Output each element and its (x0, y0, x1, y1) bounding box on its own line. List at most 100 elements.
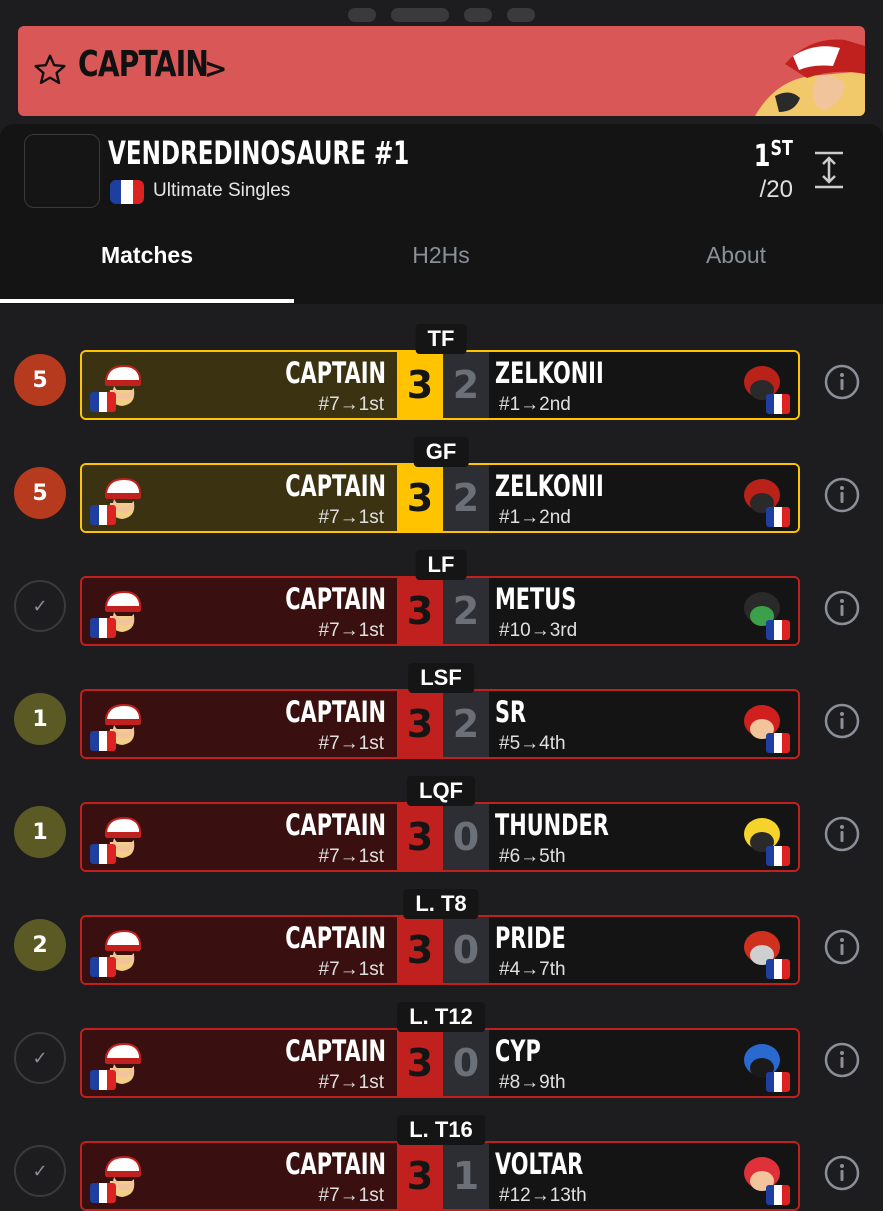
info-icon[interactable] (824, 703, 860, 739)
match-card[interactable]: CAPTAIN #7→1st 3 2 ZELKONII #1→2nd (80, 463, 800, 533)
info-icon[interactable] (824, 816, 860, 852)
match-row[interactable]: LQF 1 CAPTAIN #7→1st 3 0 THUNDER #6→5th (0, 776, 883, 872)
player1-score: 3 (397, 465, 443, 531)
star-icon[interactable] (32, 52, 68, 88)
match-row[interactable]: TF 5 CAPTAIN #7→1st 3 2 ZELKONII #1→2nd (0, 324, 883, 420)
player2-seed: #8→9th (499, 1072, 566, 1093)
info-icon[interactable] (824, 1042, 860, 1078)
match-row[interactable]: GF 5 CAPTAIN #7→1st 3 2 ZELKONII #1→2nd (0, 437, 883, 533)
info-icon[interactable] (824, 1155, 860, 1191)
match-card[interactable]: CAPTAIN #7→1st 3 0 PRIDE #4→7th (80, 915, 800, 985)
france-flag-icon (90, 618, 116, 638)
match-row[interactable]: L. T16 ✓ CAPTAIN #7→1st 3 1 VOLTAR #12→13th (0, 1115, 883, 1211)
placement: 1ST (753, 136, 793, 174)
check-icon: ✓ (14, 1145, 66, 1197)
france-flag-icon (766, 507, 790, 527)
player1-score: 3 (397, 691, 443, 757)
france-flag-icon (766, 394, 790, 414)
player2-name[interactable]: SR (495, 695, 526, 729)
match-card[interactable]: CAPTAIN #7→1st 3 2 SR #5→4th (80, 689, 800, 759)
france-flag-icon (90, 1183, 116, 1203)
player2-seed: #5→4th (499, 733, 566, 754)
player1-name[interactable]: CAPTAIN (285, 921, 386, 955)
match-card[interactable]: CAPTAIN #7→1st 3 1 VOLTAR #12→13th (80, 1141, 800, 1211)
event-name: Ultimate Singles (153, 180, 291, 201)
top-handle (0, 6, 883, 24)
player2-name[interactable]: METUS (495, 582, 576, 616)
player2-seed: #1→2nd (499, 394, 571, 415)
france-flag-icon (90, 1070, 116, 1090)
player1-score: 3 (397, 1143, 443, 1209)
info-icon[interactable] (824, 590, 860, 626)
player2-name[interactable]: ZELKONII (495, 356, 604, 390)
france-flag-icon (766, 620, 790, 640)
chevron-right-icon: > (204, 52, 228, 85)
info-icon[interactable] (824, 929, 860, 965)
active-tab-indicator (0, 299, 294, 303)
round-label: LF (415, 550, 467, 580)
round-label: GF (413, 437, 469, 467)
player1-name[interactable]: CAPTAIN (285, 582, 386, 616)
match-badge: 2 (14, 919, 66, 971)
player2-score: 2 (443, 578, 489, 644)
expand-icon[interactable] (812, 150, 846, 190)
tab-bar: Matches H2Hs About (0, 232, 883, 304)
player1-seed: #7→1st (318, 959, 384, 980)
tab-h2hs[interactable]: H2Hs (294, 242, 588, 269)
match-card[interactable]: CAPTAIN #7→1st 3 0 CYP #8→9th (80, 1028, 800, 1098)
player1-name[interactable]: CAPTAIN (285, 695, 386, 729)
player1-name[interactable]: CAPTAIN (285, 469, 386, 503)
player2-name[interactable]: CYP (495, 1034, 541, 1068)
match-row[interactable]: L. T8 2 CAPTAIN #7→1st 3 0 PRIDE #4→7th (0, 889, 883, 985)
france-flag-icon (766, 733, 790, 753)
player-banner[interactable]: CAPTAIN > (18, 26, 865, 116)
player2-score: 2 (443, 691, 489, 757)
france-flag-icon (90, 505, 116, 525)
tab-about[interactable]: About (589, 242, 883, 269)
info-icon[interactable] (824, 364, 860, 400)
round-label: TF (415, 324, 467, 354)
match-card[interactable]: CAPTAIN #7→1st 3 0 THUNDER #6→5th (80, 802, 800, 872)
france-flag-icon (90, 392, 116, 412)
match-row[interactable]: LF ✓ CAPTAIN #7→1st 3 2 METUS #10→3rd (0, 550, 883, 646)
match-row[interactable]: LSF 1 CAPTAIN #7→1st 3 2 SR #5→4th (0, 663, 883, 759)
player1-seed: #7→1st (318, 394, 384, 415)
player1-score: 3 (397, 804, 443, 870)
player2-name[interactable]: PRIDE (495, 921, 566, 955)
player2-score: 0 (443, 1030, 489, 1096)
player2-score: 2 (443, 352, 489, 418)
match-badge: 1 (14, 693, 66, 745)
player1-seed: #7→1st (318, 1185, 384, 1206)
match-card[interactable]: CAPTAIN #7→1st 3 2 METUS #10→3rd (80, 576, 800, 646)
player2-seed: #12→13th (499, 1185, 587, 1206)
player1-seed: #7→1st (318, 1072, 384, 1093)
player2-name[interactable]: THUNDER (495, 808, 609, 842)
round-label: L. T8 (403, 889, 479, 919)
player1-name[interactable]: CAPTAIN (285, 808, 386, 842)
player1-seed: #7→1st (318, 846, 384, 867)
player2-name[interactable]: ZELKONII (495, 469, 604, 503)
france-flag-icon (766, 1185, 790, 1205)
france-flag-icon (90, 844, 116, 864)
france-flag-icon (110, 180, 144, 204)
match-card[interactable]: CAPTAIN #7→1st 3 2 ZELKONII #1→2nd (80, 350, 800, 420)
banner-player-name[interactable]: CAPTAIN (78, 44, 209, 85)
player1-name[interactable]: CAPTAIN (285, 1147, 386, 1181)
player1-seed: #7→1st (318, 507, 384, 528)
france-flag-icon (90, 731, 116, 751)
match-row[interactable]: L. T12 ✓ CAPTAIN #7→1st 3 0 CYP #8→9th (0, 1002, 883, 1098)
player2-score: 1 (443, 1143, 489, 1209)
player1-score: 3 (397, 1030, 443, 1096)
player2-name[interactable]: VOLTAR (495, 1147, 583, 1181)
player1-name[interactable]: CAPTAIN (285, 356, 386, 390)
total-entrants: /20 (759, 176, 793, 203)
check-icon: ✓ (14, 580, 66, 632)
tab-matches[interactable]: Matches (0, 242, 294, 269)
player2-score: 0 (443, 804, 489, 870)
info-icon[interactable] (824, 477, 860, 513)
france-flag-icon (766, 1072, 790, 1092)
tournament-name[interactable]: VENDREDINOSAURE #1 (108, 134, 409, 172)
player1-name[interactable]: CAPTAIN (285, 1034, 386, 1068)
player2-seed: #1→2nd (499, 507, 571, 528)
terry-character-art (755, 39, 865, 116)
